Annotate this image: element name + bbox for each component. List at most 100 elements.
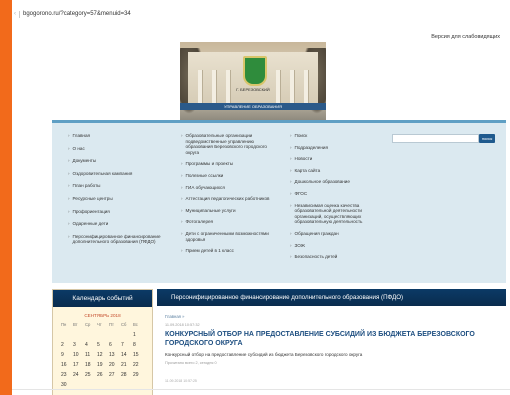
menu-item[interactable]: › Одаренные дети (68, 221, 163, 227)
menu-item[interactable]: › ФГОС (290, 191, 376, 197)
calendar-day[interactable]: 5 (97, 340, 109, 350)
article-summary: Конкурсный отбор на предоставление субси… (165, 352, 363, 357)
menu-item[interactable]: › Новости (290, 156, 376, 162)
menu-item[interactable]: › Безопасность детей (290, 254, 376, 260)
calendar-day[interactable]: 24 (73, 370, 85, 380)
menu-item[interactable]: › Независимая оценка качества образовател… (290, 203, 376, 225)
calendar-day[interactable]: 21 (121, 360, 133, 370)
calendar-day[interactable]: 19 (97, 360, 109, 370)
chevron-right-icon: › (68, 183, 70, 189)
breadcrumb[interactable]: Главная » (165, 314, 506, 319)
calendar-day[interactable]: 8 (133, 340, 145, 350)
search-input[interactable] (392, 134, 479, 143)
calendar-day[interactable]: 1 (133, 330, 145, 340)
menu-item[interactable]: › Программы и проекты (181, 161, 273, 167)
calendar-day-name: Пт (109, 322, 114, 327)
calendar-day[interactable]: 29 (133, 370, 145, 380)
menu-item[interactable]: › О нас (68, 146, 163, 152)
calendar-day[interactable]: 16 (61, 360, 73, 370)
chevron-right-icon: › (68, 233, 70, 239)
chevron-right-icon: › (290, 254, 292, 260)
menu-item[interactable]: › Оздоровительная кампания (68, 171, 163, 177)
menu-item[interactable]: › Фотогалерея (181, 219, 273, 225)
events-calendar: Календарь событий СЕНТЯБРЬ 2018 Пн Вт Ср Чт… (52, 289, 153, 395)
header-banner: Г. БЕРЕЗОВСКИЙ УПРАВЛЕНИЕ ОБРАЗОВАНИЯ (180, 42, 326, 120)
calendar-blank: . (97, 330, 109, 340)
calendar-day[interactable]: 15 (133, 350, 145, 360)
calendar-day[interactable]: 10 (73, 350, 85, 360)
menu-item[interactable]: › Документы (68, 158, 163, 164)
calendar-day[interactable]: 17 (73, 360, 85, 370)
calendar-day[interactable]: 9 (61, 350, 73, 360)
menu-item[interactable]: › Профориентация (68, 209, 163, 215)
menu-item-label: Карта сайта (294, 167, 321, 173)
menu-item[interactable]: › Аттестация педагогических работников (181, 196, 273, 202)
menu-item-label: Персонифицированное финансирование допол… (72, 233, 161, 245)
menu-item-label: ЗОЖ (294, 242, 305, 248)
calendar-day[interactable]: 23 (61, 370, 73, 380)
menu-item[interactable]: › Дети с ограниченными возможностями здор… (181, 231, 273, 242)
address-bar[interactable]: ‹ bgogorono.ru/?category=57&menuid=34 (12, 8, 131, 20)
article-title[interactable]: КОНКУРСНЫЙ ОТБОР НА ПРЕДОСТАВЛЕНИЕ СУБСИ… (165, 330, 505, 348)
calendar-grid: ПнВтСрЧтПтСбВс......12345678910111213141… (61, 320, 152, 390)
main-menu: › Главная › О нас › Документы › Оздоровительная… (52, 120, 506, 283)
calendar-day[interactable]: 20 (109, 360, 121, 370)
menu-item[interactable]: › Персонифицированное финансирование допо… (68, 234, 163, 245)
calendar-day[interactable]: 13 (109, 350, 121, 360)
chevron-right-icon: › (181, 161, 183, 167)
calendar-day[interactable]: 28 (121, 370, 133, 380)
article-section: Персонифицированное финансирование допол… (157, 289, 506, 395)
chevron-right-icon: › (68, 208, 70, 214)
banner-city: Г. БЕРЕЗОВСКИЙ (236, 87, 270, 92)
calendar-day[interactable]: 25 (85, 370, 97, 380)
calendar-day-name: Вс (133, 322, 138, 327)
menu-item[interactable]: › Прием детей в 1 класс (181, 248, 273, 254)
menu-item[interactable]: › Поиск (290, 133, 376, 139)
calendar-blank: . (109, 330, 121, 340)
calendar-day[interactable]: 26 (97, 370, 109, 380)
chevron-right-icon: › (181, 172, 183, 178)
url-text[interactable]: bgogorono.ru/?category=57&menuid=34 (23, 11, 131, 17)
calendar-day[interactable]: 22 (133, 360, 145, 370)
menu-item[interactable]: › Главная (68, 133, 163, 139)
calendar-blank: . (85, 330, 97, 340)
calendar-day[interactable]: 12 (97, 350, 109, 360)
menu-item[interactable]: › Ресурсные центры (68, 196, 163, 202)
calendar-day[interactable]: 6 (109, 340, 121, 350)
menu-item[interactable]: › Муниципальные услуги (181, 208, 273, 214)
menu-item-label: Полезные ссылки (185, 172, 224, 178)
chevron-right-icon: › (290, 156, 292, 162)
calendar-day[interactable]: 18 (85, 360, 97, 370)
menu-item[interactable]: › План работы (68, 183, 163, 189)
calendar-day[interactable]: 14 (121, 350, 133, 360)
calendar-day[interactable]: 27 (109, 370, 121, 380)
menu-item[interactable]: › Подразделения (290, 145, 376, 151)
menu-item-label: ФГОС (294, 190, 308, 196)
calendar-day[interactable]: 3 (73, 340, 85, 350)
menu-item-label: Новости (294, 156, 313, 162)
chevron-right-icon: › (181, 230, 183, 236)
menu-item[interactable]: › ГИА обучающихся (181, 185, 273, 191)
chevron-right-icon: › (290, 202, 292, 208)
search-button[interactable]: поиск (479, 134, 495, 143)
menu-item[interactable]: › Дошкольное образование (290, 179, 376, 185)
menu-item[interactable]: › Образовательные организации подведомств… (181, 133, 273, 155)
calendar-day[interactable]: 7 (121, 340, 133, 350)
menu-item[interactable]: › Обращения граждан (290, 231, 376, 237)
calendar-month[interactable]: СЕНТЯБРЬ 2018 (53, 313, 152, 318)
menu-item-label: Образовательные организации подведомстве… (185, 133, 267, 155)
menu-item-label: Независимая оценка качества образователь… (294, 202, 363, 225)
menu-item[interactable]: › ЗОЖ (290, 243, 376, 249)
chevron-right-icon: › (181, 133, 183, 138)
calendar-day[interactable]: 11 (85, 350, 97, 360)
menu-item-label: Поиск (294, 133, 308, 138)
calendar-day[interactable]: 4 (85, 340, 97, 350)
back-icon[interactable]: ‹ (14, 11, 16, 17)
calendar-day[interactable]: 2 (61, 340, 73, 350)
article-date: 11.09.2018 10:57:32 (165, 323, 200, 327)
low-vision-version-link[interactable]: Версия для слабовидящих (431, 34, 500, 40)
menu-item[interactable]: › Полезные ссылки (181, 173, 273, 179)
menu-item[interactable]: › Карта сайта (290, 168, 376, 174)
chevron-right-icon: › (181, 219, 183, 225)
calendar-blank: . (121, 330, 133, 340)
